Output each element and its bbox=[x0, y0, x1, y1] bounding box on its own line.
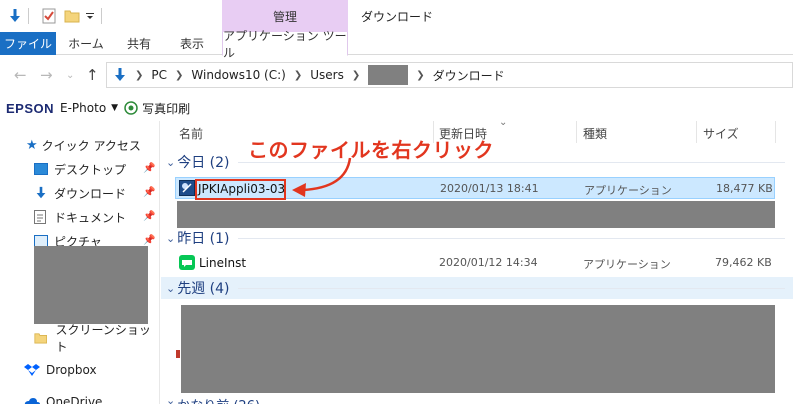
dropdown-arrow-icon[interactable]: ▼ bbox=[111, 103, 118, 113]
group-label: 今日 (2) bbox=[177, 155, 230, 171]
file-name: LineInst bbox=[199, 256, 247, 270]
tab-file[interactable]: ファイル bbox=[0, 32, 56, 55]
nav-item-label: Dropbox bbox=[46, 363, 97, 377]
download-folder-icon bbox=[113, 67, 127, 83]
checklist-icon[interactable] bbox=[40, 6, 58, 26]
customize-toolbar-icon[interactable] bbox=[84, 6, 96, 26]
chevron-down-icon[interactable]: ⌄ bbox=[166, 282, 175, 295]
file-size: 18,477 KB bbox=[716, 182, 773, 195]
file-type: アプリケーション bbox=[584, 184, 672, 197]
table-row[interactable]: LineInst 2020/01/12 14:34 アプリケーション 79,46… bbox=[175, 252, 775, 274]
line-icon bbox=[179, 255, 195, 273]
group-label: 昨日 (1) bbox=[177, 231, 230, 247]
tab-home[interactable]: ホーム bbox=[60, 32, 112, 55]
desktop-icon bbox=[34, 163, 48, 175]
epson-toolbar: EPSON E-Photo ▼ 写真印刷 bbox=[0, 96, 793, 120]
group-earlier[interactable]: ⌄ かなり前 (26) bbox=[161, 394, 793, 404]
new-folder-icon[interactable] bbox=[63, 6, 81, 26]
nav-item-dropbox[interactable]: Dropbox bbox=[24, 359, 97, 381]
address-box[interactable]: ❯ PC ❯ Windows10 (C:) ❯ Users ❯ ❯ ダウンロード bbox=[106, 62, 793, 88]
chevron-right-icon[interactable]: ❯ bbox=[175, 70, 183, 81]
nav-item-label: スクリーンショット bbox=[55, 323, 151, 354]
photo-print-button[interactable]: 写真印刷 bbox=[142, 100, 190, 117]
qa-divider bbox=[100, 6, 102, 26]
pin-icon[interactable]: 📌 bbox=[143, 235, 155, 246]
recent-locations-icon[interactable]: ⌄ bbox=[66, 70, 74, 81]
nav-item-screenshots[interactable]: スクリーンショット bbox=[34, 323, 159, 354]
column-size[interactable]: サイズ bbox=[703, 125, 739, 142]
nav-redacted-block bbox=[34, 246, 148, 324]
nav-item-downloads[interactable]: ダウンロード bbox=[34, 182, 126, 204]
column-name[interactable]: 名前 bbox=[179, 125, 203, 142]
e-photo-label[interactable]: E-Photo bbox=[60, 101, 106, 115]
group-label: 先週 (4) bbox=[177, 281, 230, 297]
column-divider[interactable] bbox=[576, 121, 577, 143]
window-title: ダウンロード bbox=[361, 10, 434, 24]
sort-chevron-icon: ⌄ bbox=[499, 117, 508, 128]
navigation-pane: ★ クイック アクセス デスクトップ 📌 ダウンロード 📌 ドキュメント 📌 ピ… bbox=[0, 121, 160, 404]
nav-item-label: ダウンロード bbox=[54, 186, 127, 201]
chevron-down-icon[interactable]: ⌄ bbox=[166, 156, 175, 169]
annotation-arrow-icon bbox=[292, 157, 352, 197]
breadcrumb-drive[interactable]: Windows10 (C:) bbox=[191, 68, 285, 82]
nav-item-onedrive[interactable]: OneDrive bbox=[24, 391, 102, 404]
documents-icon bbox=[34, 210, 46, 224]
chevron-right-icon[interactable]: ❯ bbox=[416, 70, 424, 81]
installer-icon bbox=[179, 180, 195, 199]
group-label: かなり前 (26) bbox=[177, 395, 260, 404]
download-icon bbox=[36, 186, 46, 199]
properties-icon[interactable] bbox=[6, 6, 24, 26]
redacted-file-rows bbox=[181, 305, 775, 393]
partial-file-icon bbox=[176, 350, 180, 358]
file-modified: 2020/01/13 18:41 bbox=[440, 182, 539, 195]
tab-share[interactable]: 共有 bbox=[114, 32, 164, 55]
breadcrumb-users[interactable]: Users bbox=[310, 68, 344, 82]
breadcrumb-redacted-username[interactable] bbox=[368, 65, 409, 85]
nav-item-label: クイック アクセス bbox=[41, 138, 141, 153]
column-divider[interactable] bbox=[775, 121, 776, 143]
nav-item-desktop[interactable]: デスクトップ bbox=[34, 158, 126, 180]
pin-icon[interactable]: 📌 bbox=[143, 187, 155, 198]
chevron-right-icon[interactable]: ❯ bbox=[352, 70, 360, 81]
file-size: 79,462 KB bbox=[715, 256, 772, 269]
annotation-highlight-box bbox=[195, 179, 286, 200]
chevron-down-icon[interactable]: ⌄ bbox=[166, 394, 175, 404]
star-icon: ★ bbox=[26, 137, 38, 153]
chevron-right-icon: ❯ bbox=[135, 69, 144, 81]
back-icon[interactable]: ← bbox=[14, 66, 27, 84]
forward-icon[interactable]: → bbox=[40, 66, 53, 84]
folder-icon bbox=[34, 333, 48, 344]
group-last-week[interactable]: ⌄ 先週 (4) bbox=[161, 277, 793, 299]
nav-quick-access[interactable]: ★ クイック アクセス bbox=[26, 134, 141, 156]
redacted-file-row bbox=[177, 201, 775, 228]
photo-print-icon[interactable] bbox=[124, 101, 138, 115]
dropbox-icon bbox=[24, 364, 40, 376]
epson-logo: EPSON bbox=[6, 100, 55, 116]
group-divider bbox=[237, 237, 785, 239]
nav-item-label: ドキュメント bbox=[54, 210, 127, 225]
nav-item-label: デスクトップ bbox=[54, 162, 127, 177]
qa-divider bbox=[27, 6, 29, 26]
group-yesterday[interactable]: ⌄ 昨日 (1) bbox=[161, 227, 793, 249]
breadcrumb-pc[interactable]: PC bbox=[151, 68, 167, 82]
title-bar: 管理 ダウンロード bbox=[0, 0, 793, 32]
nav-item-label: OneDrive bbox=[46, 395, 103, 404]
file-modified: 2020/01/12 14:34 bbox=[439, 256, 538, 269]
tab-application-tools[interactable]: アプリケーション ツール bbox=[222, 29, 348, 60]
group-divider bbox=[237, 287, 785, 289]
onedrive-icon bbox=[24, 398, 40, 404]
file-type: アプリケーション bbox=[583, 258, 671, 271]
nav-item-documents[interactable]: ドキュメント bbox=[34, 206, 126, 228]
tab-view[interactable]: 表示 bbox=[166, 32, 218, 55]
chevron-right-icon[interactable]: ❯ bbox=[294, 70, 302, 81]
pin-icon[interactable]: 📌 bbox=[143, 163, 155, 174]
ribbon-tabs: ファイル ホーム 共有 表示 アプリケーション ツール bbox=[0, 29, 793, 60]
column-type[interactable]: 種類 bbox=[583, 125, 607, 142]
breadcrumb-downloads[interactable]: ダウンロード bbox=[433, 67, 505, 84]
column-divider[interactable] bbox=[696, 121, 697, 143]
pin-icon[interactable]: 📌 bbox=[143, 211, 155, 222]
up-icon[interactable]: ↑ bbox=[86, 66, 99, 84]
chevron-down-icon[interactable]: ⌄ bbox=[166, 232, 175, 245]
